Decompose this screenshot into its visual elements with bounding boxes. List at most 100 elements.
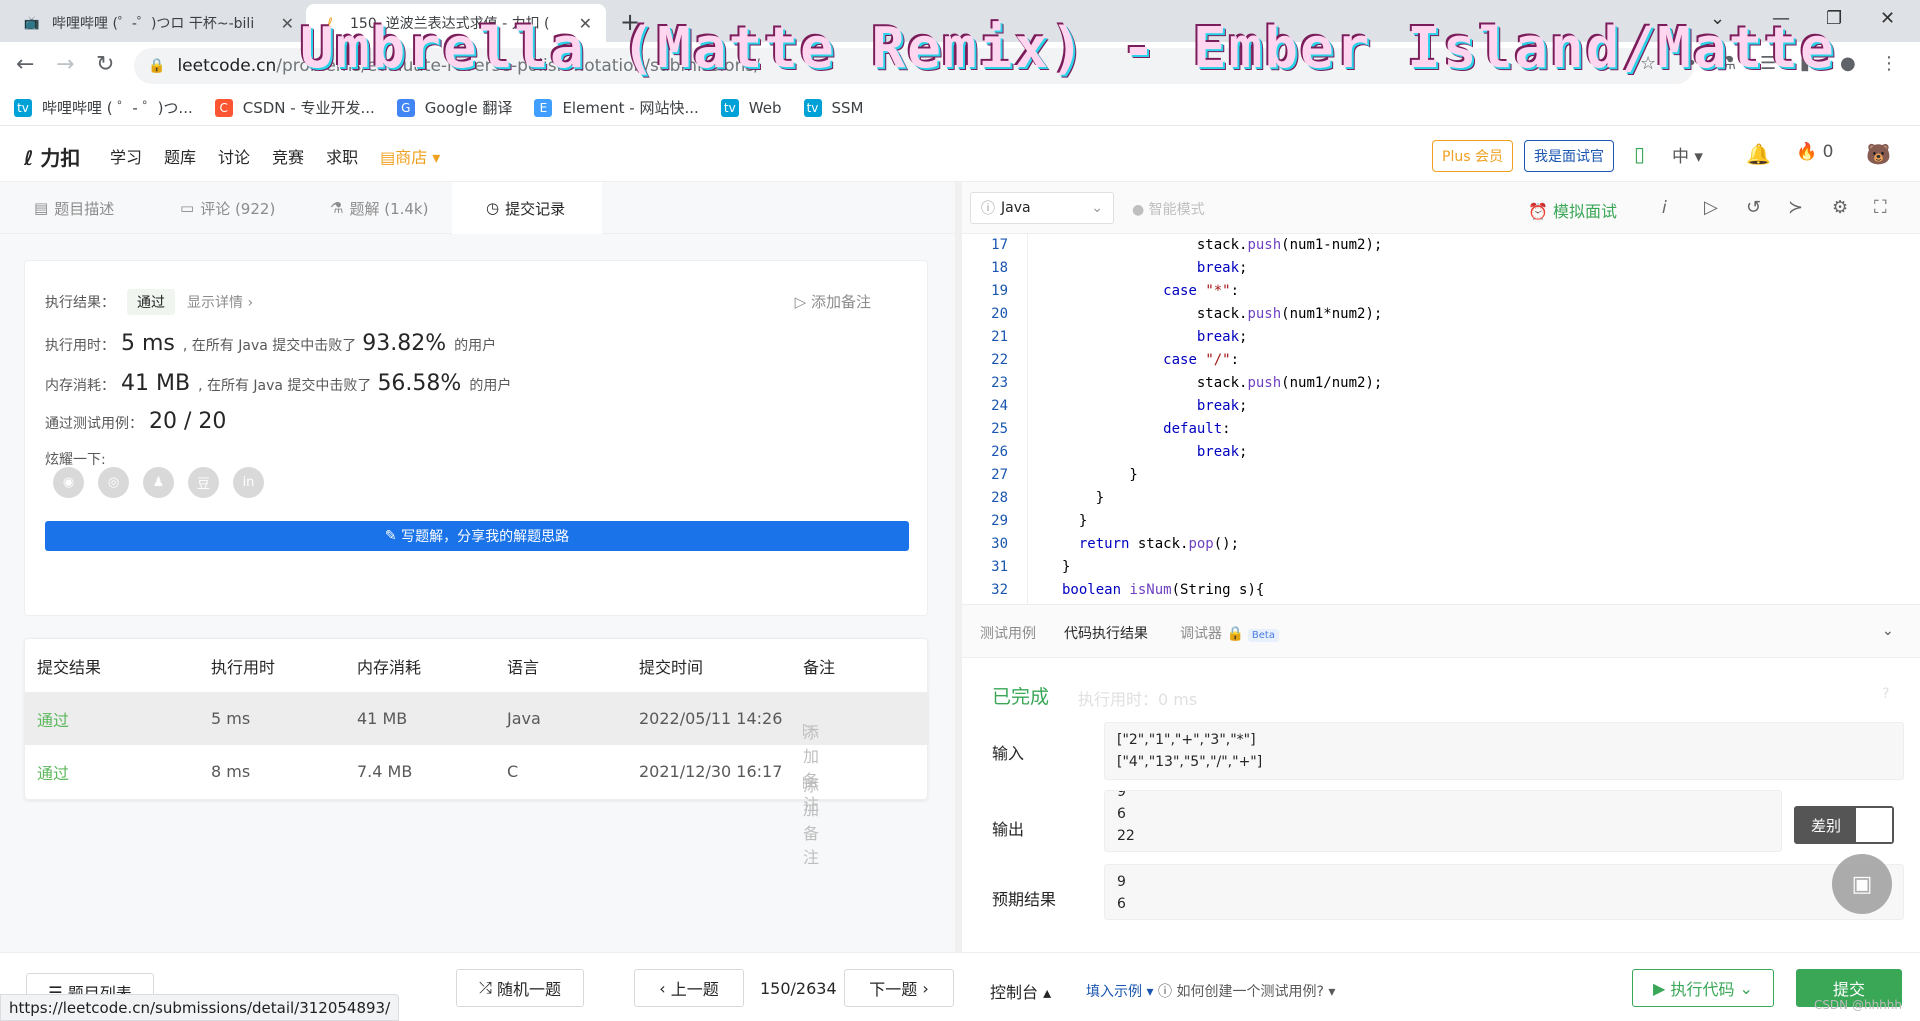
tab-debugger[interactable]: 调试器 🔒 Beta: [1180, 623, 1279, 643]
bookmark-element[interactable]: E Element - 网站快...: [534, 97, 699, 118]
prev-problem-button[interactable]: ‹ 上一题: [634, 969, 744, 1007]
collapse-chevron-icon[interactable]: ⌄: [1882, 623, 1894, 639]
code-line[interactable]: 28 }: [962, 487, 1920, 510]
code-line[interactable]: 22 case "/":: [962, 349, 1920, 372]
code-line[interactable]: 27 }: [962, 464, 1920, 487]
bilibili-icon: tv: [720, 98, 739, 117]
interviewer-button[interactable]: 我是面试官: [1524, 140, 1614, 172]
bookmark-google-translate[interactable]: G Google 翻译: [396, 97, 512, 118]
code-line[interactable]: 17 stack.push(num1-num2);: [962, 234, 1920, 257]
next-problem-button[interactable]: 下一题 ›: [844, 969, 954, 1007]
tab-comments[interactable]: ▭ 评论 (922): [180, 182, 275, 234]
code-line[interactable]: 31}: [962, 556, 1920, 579]
code-line[interactable]: 26 break;: [962, 441, 1920, 464]
fullscreen-icon[interactable]: ⛶: [1874, 197, 1887, 218]
panel-splitter[interactable]: [955, 182, 962, 952]
tab-description[interactable]: ▤ 题目描述: [34, 182, 114, 234]
input-box[interactable]: ["2","1","+","3","*"] ["4","13","5","/",…: [1104, 722, 1904, 780]
bookmark-web[interactable]: tv Web: [720, 98, 782, 117]
line-number: 23: [991, 375, 1008, 391]
code-line[interactable]: 20 stack.push(num1*num2);: [962, 303, 1920, 326]
bookmark-bilibili[interactable]: tv 哔哩哔哩 ( ゜- ゜)つ...: [14, 97, 193, 118]
code-line[interactable]: 21 break;: [962, 326, 1920, 349]
console-tabs: 测试用例 代码执行结果 调试器 🔒 Beta ⌄: [962, 604, 1920, 658]
leetcode-logo[interactable]: ℓ 力扣: [24, 142, 80, 171]
settings-icon[interactable]: ⚙: [1832, 197, 1848, 218]
share-label: 炫耀一下:: [45, 452, 106, 468]
avatar[interactable]: 🐻: [1866, 142, 1891, 166]
output-box[interactable]: 9 6 22: [1104, 790, 1782, 852]
nav-jobs[interactable]: 求职: [326, 144, 358, 168]
forward-icon[interactable]: →: [56, 52, 74, 77]
tab-testcase[interactable]: 测试用例: [980, 623, 1036, 643]
help-icon[interactable]: ?: [1882, 686, 1889, 702]
code-line[interactable]: 23 stack.push(num1/num2);: [962, 372, 1920, 395]
result-pass-link[interactable]: 通过: [37, 707, 69, 731]
flag-icon: ▷: [794, 293, 807, 311]
weibo-icon[interactable]: ◎: [98, 467, 129, 498]
nav-learn[interactable]: 学习: [110, 144, 142, 168]
notification-bell-icon[interactable]: 🔔: [1746, 142, 1771, 166]
reload-icon[interactable]: ↻: [96, 52, 114, 77]
code-line[interactable]: 30 return stack.pop();: [962, 533, 1920, 556]
close-window-button[interactable]: ✕: [1880, 8, 1895, 29]
write-solution-button[interactable]: ✎ 写题解，分享我的解题思路: [45, 521, 909, 551]
random-problem-button[interactable]: ⤮ 随机一题: [456, 969, 584, 1007]
run-status: 已完成: [992, 686, 1050, 708]
back-icon[interactable]: ←: [16, 52, 34, 77]
tests-row: 通过测试用例： 20 / 20: [45, 409, 227, 434]
bookmark-ssm[interactable]: tv SSM: [803, 98, 864, 117]
expected-label: 预期结果: [992, 890, 1057, 909]
code-line[interactable]: 18 break;: [962, 257, 1920, 280]
code-text: }: [1062, 467, 1138, 483]
menu-icon[interactable]: ⋮: [1880, 53, 1898, 74]
terminal-icon[interactable]: ≻: [1788, 197, 1803, 218]
language-select[interactable]: ⓘ Java ⌄: [970, 192, 1114, 224]
shop-icon: ▤: [380, 148, 396, 167]
code-editor[interactable]: 17 stack.push(num1-num2); 18 break; 19 cas…: [962, 234, 1920, 604]
code-line[interactable]: 32 boolean isNum(String s){: [962, 579, 1920, 602]
linkedin-icon[interactable]: in: [233, 467, 264, 498]
code-text: stack.push(num1/num2);: [1062, 375, 1383, 391]
nav-discuss[interactable]: 讨论: [218, 144, 250, 168]
expected-box[interactable]: 9 6: [1104, 864, 1904, 920]
add-note-button[interactable]: ▷ 添加备注: [795, 291, 871, 312]
bookmark-csdn[interactable]: C CSDN - 专业开发...: [214, 97, 375, 118]
nav-shop[interactable]: ▤商店 ▾: [380, 144, 440, 168]
tab-run-result[interactable]: 代码执行结果: [1064, 623, 1148, 643]
smart-mode-toggle[interactable]: ● 智能模式: [1132, 199, 1205, 219]
run-code-button[interactable]: ▶ 执行代码 ⌄: [1632, 969, 1774, 1007]
result-pass-link[interactable]: 通过: [37, 760, 69, 784]
info-italic-icon[interactable]: 𝑖: [1662, 197, 1667, 218]
code-line[interactable]: 25 default:: [962, 418, 1920, 441]
streak-counter[interactable]: 🔥 0: [1796, 142, 1833, 162]
code-line[interactable]: 19 case "*":: [962, 280, 1920, 303]
element-icon: E: [534, 98, 553, 117]
fill-example-button[interactable]: 填入示例 ▾: [1086, 981, 1153, 1001]
mobile-icon[interactable]: ▯: [1634, 142, 1645, 166]
diff-toggle[interactable]: 差别: [1794, 806, 1894, 844]
table-row[interactable]: 通过 8 ms 7.4 MB C 2021/12/30 16:17 ▷ 添加备注: [25, 745, 929, 867]
play-icon[interactable]: ▷: [1704, 197, 1718, 218]
show-details-link[interactable]: 显示详情 ›: [187, 292, 253, 312]
table-row[interactable]: 通过 5 ms 41 MB Java 2022/05/11 14:26 ▷ 添加…: [25, 692, 929, 814]
nav-contest[interactable]: 竞赛: [272, 144, 304, 168]
close-tab-icon[interactable]: ✕: [281, 14, 294, 33]
reset-icon[interactable]: ↺: [1746, 197, 1761, 218]
qq-icon[interactable]: ♟: [143, 467, 174, 498]
how-create-testcase-link[interactable]: ⓘ 如何创建一个测试用例? ▾: [1158, 981, 1335, 1001]
plus-member-button[interactable]: Plus 会员: [1432, 140, 1513, 172]
code-line[interactable]: 29 }: [962, 510, 1920, 533]
console-toggle[interactable]: 控制台 ▴: [990, 979, 1051, 1003]
browser-tab-bilibili[interactable]: 📺 哔哩哔哩 (゜-゜)つロ 干杯~-bili ✕: [8, 4, 308, 42]
tab-submissions[interactable]: ◷ 提交记录: [452, 182, 602, 234]
profile-icon[interactable]: ●: [1840, 53, 1856, 74]
language-switch[interactable]: 中 ▾: [1672, 142, 1703, 167]
nav-problems[interactable]: 题库: [164, 144, 196, 168]
notebook-icon[interactable]: ▣: [1832, 854, 1892, 914]
tab-solutions[interactable]: ⚗ 题解 (1.4k): [330, 182, 428, 234]
code-line[interactable]: 24 break;: [962, 395, 1920, 418]
douban-icon[interactable]: 豆: [188, 467, 219, 498]
wechat-icon[interactable]: ◉: [53, 467, 84, 498]
mock-interview-button[interactable]: ⏰ 模拟面试: [1528, 198, 1617, 222]
